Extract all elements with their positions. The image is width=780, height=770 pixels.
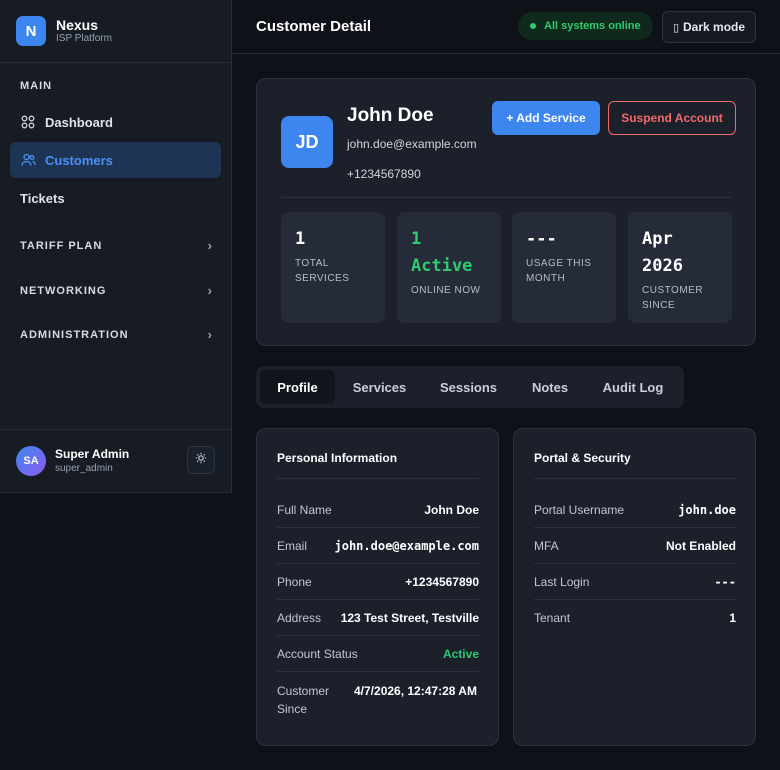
stat-label: CUSTOMER SINCE [642, 285, 704, 311]
customer-name: John Doe [347, 105, 434, 126]
info-value: --- [714, 574, 736, 589]
sidebar-group-networking[interactable]: NETWORKING › [20, 283, 212, 298]
sidebar-group-label: ADMINISTRATION [20, 328, 129, 341]
sidebar-item-dashboard[interactable]: Dashboard [10, 104, 221, 140]
info-key: Account Status [277, 646, 358, 661]
avatar: SA [16, 446, 46, 476]
brand[interactable]: N Nexus ISP Platform [0, 0, 231, 63]
theme-toggle-button[interactable] [187, 446, 215, 474]
user-profile[interactable]: SA Super Admin super_admin [0, 429, 231, 492]
sidebar-group-administration[interactable]: ADMINISTRATION › [20, 327, 212, 342]
personal-information-card: Personal Information Full Name John Doe … [256, 428, 499, 746]
nav-section-main: MAIN [20, 80, 53, 92]
tab-bar: Profile Services Sessions Notes Audit Lo… [256, 366, 684, 408]
info-value: john.doe@example.com [334, 538, 480, 553]
stat-label: TOTAL SERVICES [295, 258, 350, 284]
tab-services[interactable]: Services [335, 370, 424, 404]
page-title: Customer Detail [256, 18, 372, 35]
info-row-address: Address 123 Test Street, Testville [277, 600, 479, 636]
stat-value: Apr 2026 [642, 229, 683, 276]
info-key: Address [277, 610, 322, 625]
dark-mode-button[interactable]: ▯ Dark mode [662, 11, 756, 43]
info-key: Phone [277, 574, 312, 589]
status-text: All systems online [544, 20, 641, 32]
info-row-portal-username: Portal Username john.doe [534, 492, 736, 528]
stat-online-now: 1 Active ONLINE NOW [397, 212, 501, 323]
customer-phone: +1234567890 [347, 167, 421, 181]
info-row-tenant: Tenant 1 [534, 600, 736, 636]
tab-audit-log[interactable]: Audit Log [587, 370, 679, 404]
status-dot-icon [530, 23, 536, 29]
brand-logo: N [16, 16, 46, 46]
card-title: Personal Information [277, 451, 479, 479]
info-value: john.doe [678, 502, 736, 517]
info-key: Portal Username [534, 502, 625, 517]
sun-icon [195, 451, 207, 469]
info-key: Full Name [277, 502, 332, 517]
user-name: Super Admin [55, 446, 130, 461]
sidebar-item-tickets[interactable]: Tickets [10, 180, 221, 216]
chevron-right-icon: › [207, 327, 212, 342]
info-row-mfa: MFA Not Enabled [534, 528, 736, 564]
info-row-customer-since: Customer Since 4/7/2026, 12:47:28 AM [277, 672, 479, 726]
info-value: 4/7/2026, 12:47:28 AM [354, 684, 477, 698]
sidebar-item-label: Tickets [20, 190, 65, 206]
tab-profile[interactable]: Profile [260, 370, 335, 404]
info-row-last-login: Last Login --- [534, 564, 736, 600]
customer-profile-card: JD John Doe john.doe@example.com +123456… [256, 78, 756, 346]
card-title: Portal & Security [534, 451, 736, 479]
chevron-right-icon: › [207, 238, 212, 253]
info-row-email: Email john.doe@example.com [277, 528, 479, 564]
tab-notes[interactable]: Notes [513, 370, 587, 404]
brand-subtitle: ISP Platform [56, 33, 112, 44]
divider [281, 197, 731, 198]
stat-usage: --- USAGE THIS MONTH [512, 212, 616, 323]
user-handle: super_admin [55, 462, 113, 474]
info-value: John Doe [424, 502, 479, 517]
info-value: 123 Test Street, Testville [340, 610, 479, 625]
sidebar-group-tariff-plan[interactable]: TARIFF PLAN › [20, 238, 212, 253]
add-service-button[interactable]: + Add Service [492, 101, 600, 135]
info-value: +1234567890 [405, 574, 479, 589]
customer-email: john.doe@example.com [347, 137, 477, 151]
brand-name: Nexus [56, 17, 99, 33]
sidebar: N Nexus ISP Platform MAIN Dashboard Cust… [0, 0, 232, 493]
info-key: Last Login [534, 574, 590, 589]
info-row-account-status: Account Status Active [277, 636, 479, 672]
tab-sessions[interactable]: Sessions [424, 370, 513, 404]
chevron-right-icon: › [207, 283, 212, 298]
stat-label: ONLINE NOW [411, 285, 481, 296]
sidebar-item-label: Customers [45, 152, 113, 168]
portal-security-card: Portal & Security Portal Username john.d… [513, 428, 756, 746]
grid-icon [20, 114, 36, 130]
info-key: Tenant [534, 611, 571, 625]
sidebar-group-label: TARIFF PLAN [20, 239, 103, 252]
info-row-full-name: Full Name John Doe [277, 492, 479, 528]
info-key: Customer Since [277, 684, 330, 716]
info-key: MFA [534, 538, 559, 553]
sidebar-item-label: Dashboard [45, 114, 113, 130]
suspend-account-button[interactable]: Suspend Account [608, 101, 736, 135]
header: Customer Detail All systems online ▯ Dar… [232, 0, 780, 54]
stat-value: 1 [295, 229, 306, 249]
users-icon [20, 152, 36, 168]
stat-label: USAGE THIS MONTH [526, 258, 592, 284]
info-value: Active [442, 646, 479, 661]
stat-total-services: 1 TOTAL SERVICES [281, 212, 385, 323]
info-value: 1 [729, 611, 736, 625]
stat-value: --- [526, 229, 557, 249]
status-badge: All systems online [518, 12, 653, 40]
moon-icon: ▯ [672, 21, 680, 34]
customer-avatar: JD [281, 116, 333, 168]
stat-value: 1 Active [411, 229, 473, 276]
sidebar-group-label: NETWORKING [20, 284, 107, 297]
dark-mode-label: Dark mode [683, 20, 746, 34]
sidebar-item-customers[interactable]: Customers [10, 142, 221, 178]
info-key: Email [277, 538, 308, 553]
stat-customer-since: Apr 2026 CUSTOMER SINCE [628, 212, 732, 323]
info-value: Not Enabled [665, 538, 736, 553]
info-row-phone: Phone +1234567890 [277, 564, 479, 600]
